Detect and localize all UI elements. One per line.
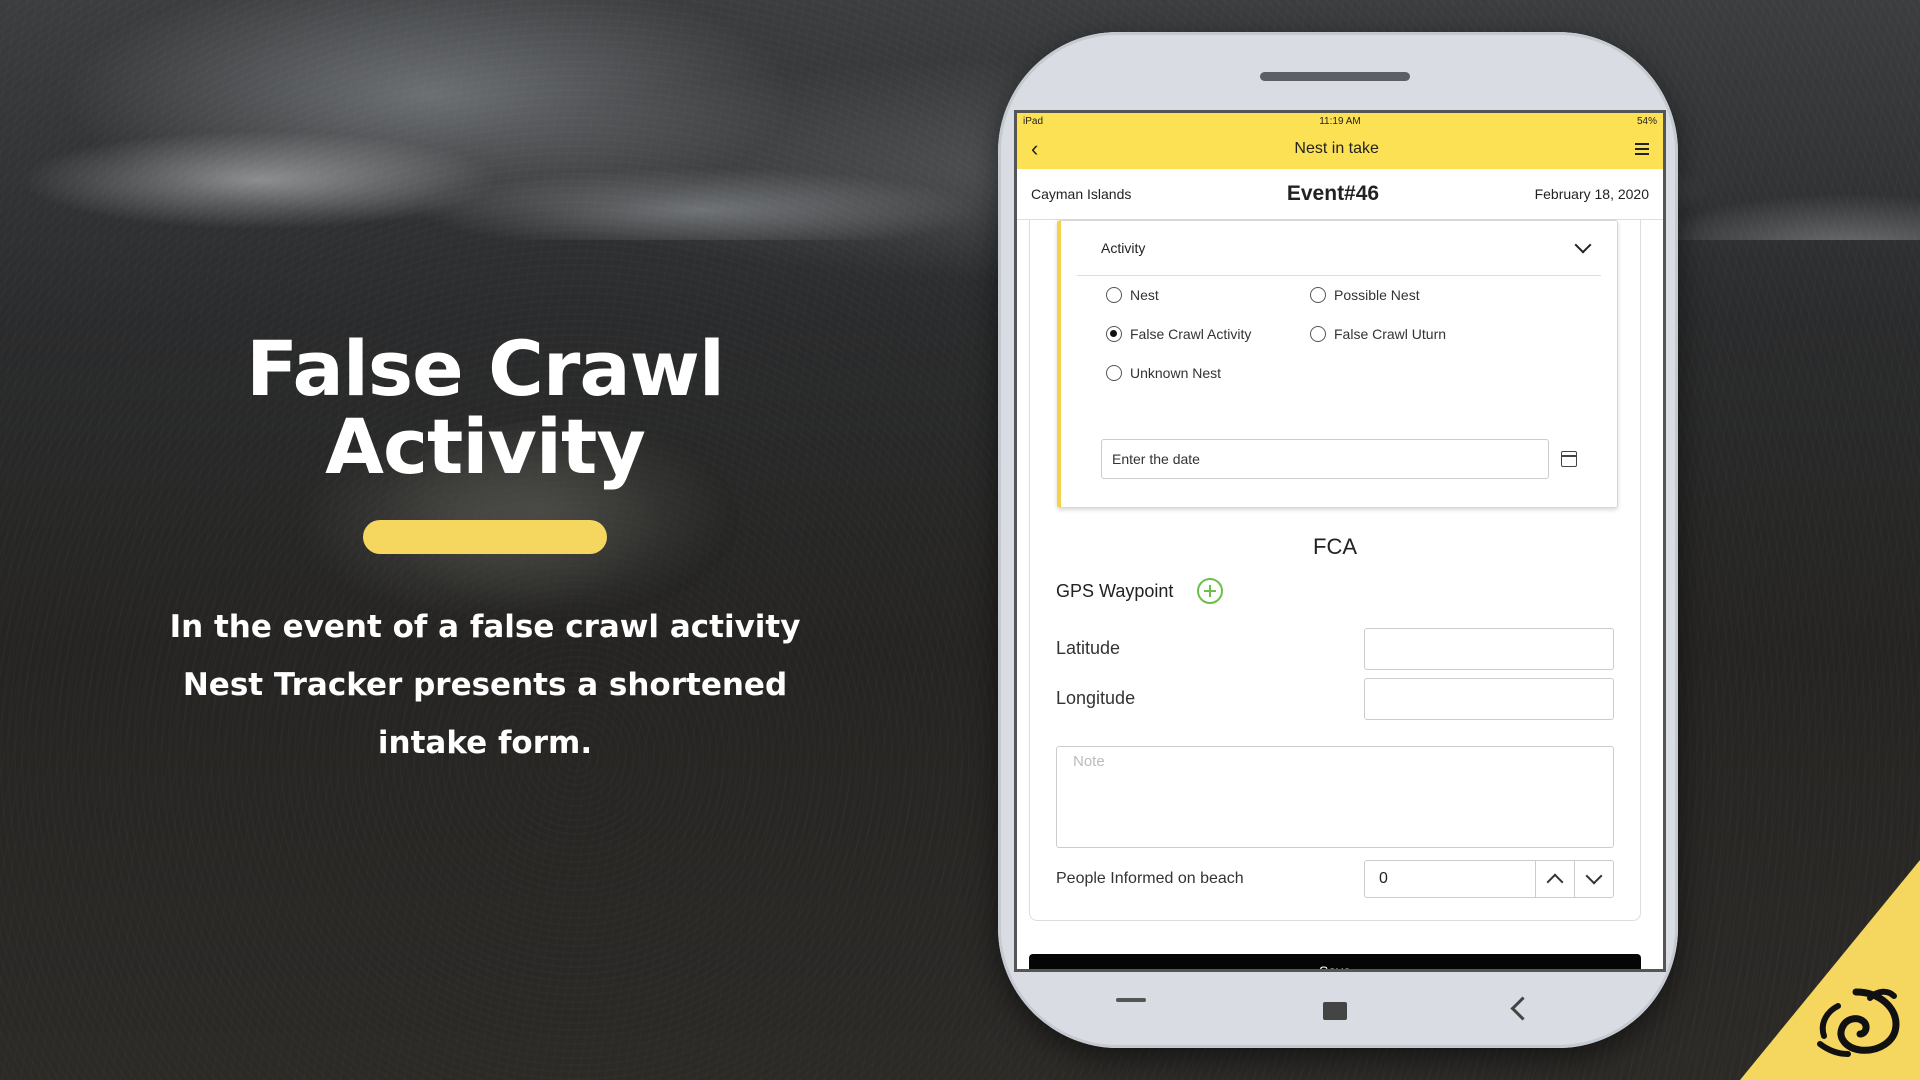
chevron-left-icon[interactable]: ‹ — [1031, 138, 1038, 160]
home-nav-icon[interactable] — [1323, 1002, 1347, 1020]
radio-option-false-crawl-uturn[interactable]: False Crawl Uturn — [1310, 326, 1446, 342]
phone-mockup: iPad 11:19 AM 54% ‹ Nest in take Cayman … — [998, 32, 1678, 1048]
longitude-label: Longitude — [1056, 688, 1136, 708]
latitude-input[interactable] — [1364, 628, 1614, 670]
radio-label: Nest — [1130, 287, 1159, 303]
stepper-increment-button[interactable] — [1535, 861, 1574, 897]
stepper-decrement-button[interactable] — [1574, 861, 1613, 897]
note-textarea[interactable]: Note — [1056, 746, 1614, 848]
radio-label: Unknown Nest — [1130, 365, 1222, 381]
activity-label: Activity — [1101, 240, 1146, 256]
gps-waypoint-row: GPS Waypoint — [1056, 578, 1224, 604]
description-line: In the event of a false crawl activity — [169, 609, 801, 645]
event-title: Event#46 — [1286, 182, 1380, 205]
event-date: February 18, 2020 — [1534, 186, 1649, 202]
activity-section: Activity Nest Possible Nest False Crawl … — [1057, 220, 1618, 508]
latitude-label: Latitude — [1056, 638, 1121, 658]
radio-button[interactable] — [1106, 287, 1122, 303]
back-nav-icon[interactable] — [1510, 996, 1535, 1021]
radio-label: False Crawl Activity — [1130, 326, 1252, 342]
accent-bar — [363, 520, 607, 554]
longitude-input[interactable] — [1364, 678, 1614, 720]
hamburger-menu-icon[interactable] — [1635, 143, 1649, 155]
headline-line: False Crawl — [246, 324, 725, 413]
date-input[interactable]: Enter the date — [1101, 439, 1549, 479]
radio-label: Possible Nest — [1334, 287, 1420, 303]
status-time: 11:19 AM — [1319, 115, 1361, 127]
app-screen: iPad 11:19 AM 54% ‹ Nest in take Cayman … — [1014, 110, 1666, 972]
radio-option-nest[interactable]: Nest — [1106, 287, 1159, 303]
radio-label: False Crawl Uturn — [1334, 326, 1447, 342]
date-placeholder: Enter the date — [1112, 451, 1200, 467]
slide-headline: False Crawl Activity — [140, 330, 830, 486]
description-line: intake form. — [377, 725, 593, 761]
save-button[interactable]: Save — [1029, 954, 1641, 969]
slide-text-panel: False Crawl Activity In the event of a f… — [140, 330, 830, 772]
add-waypoint-plus-icon[interactable] — [1197, 578, 1224, 604]
calendar-icon[interactable] — [1561, 451, 1577, 467]
radio-button[interactable] — [1106, 365, 1122, 381]
event-location: Cayman Islands — [1031, 186, 1132, 202]
turtle-logo-icon — [1817, 988, 1900, 1057]
slide-description: In the event of a false crawl activity N… — [140, 598, 830, 772]
device-label: iPad — [1023, 115, 1044, 127]
app-title-bar: ‹ Nest in take — [1017, 129, 1663, 169]
chevron-down-icon[interactable] — [1574, 236, 1592, 254]
stepper-value[interactable]: 0 — [1365, 870, 1535, 888]
radio-option-unknown-nest[interactable]: Unknown Nest — [1106, 365, 1221, 381]
chevron-down-icon — [1585, 867, 1603, 885]
chevron-up-icon — [1546, 873, 1564, 891]
people-informed-stepper[interactable]: 0 — [1364, 860, 1614, 898]
radio-button-selected[interactable] — [1106, 326, 1122, 342]
people-informed-label: People Informed on beach — [1056, 870, 1244, 887]
activity-dropdown-header[interactable]: Activity — [1077, 221, 1601, 276]
radio-button[interactable] — [1310, 287, 1326, 303]
app-title: Nest in take — [1294, 140, 1379, 157]
battery-level: 54% — [1636, 115, 1657, 127]
description-line: Nest Tracker presents a shortened — [182, 667, 788, 703]
gps-waypoint-label: GPS Waypoint — [1056, 580, 1174, 601]
note-placeholder: Note — [1073, 753, 1105, 770]
radio-option-false-crawl-activity[interactable]: False Crawl Activity — [1106, 326, 1251, 342]
radio-option-possible-nest[interactable]: Possible Nest — [1310, 287, 1420, 303]
event-header: Cayman Islands Event#46 February 18, 202… — [1017, 169, 1663, 220]
phone-speaker — [1260, 72, 1410, 81]
form-card: Activity Nest Possible Nest False Crawl … — [1029, 220, 1641, 921]
recent-apps-nav-icon[interactable] — [1116, 998, 1146, 1002]
form-scroll-area[interactable]: Activity Nest Possible Nest False Crawl … — [1017, 220, 1663, 969]
status-bar: iPad 11:19 AM 54% — [1017, 113, 1663, 129]
fca-heading: FCA — [1313, 534, 1357, 559]
radio-button[interactable] — [1310, 326, 1326, 342]
headline-line: Activity — [325, 402, 646, 491]
